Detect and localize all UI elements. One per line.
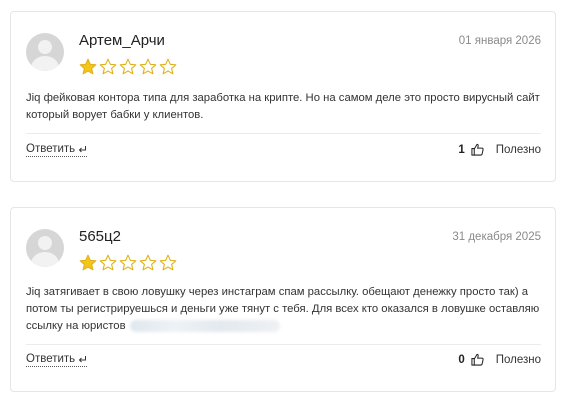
review-card: 565ц2 31 декабря 2025 Jiq затягивает в с…	[10, 207, 556, 392]
star-empty-icon	[99, 58, 117, 75]
blurred-link	[129, 320, 280, 333]
thumbs-up-icon[interactable]	[471, 353, 484, 366]
reply-arrow-icon	[78, 356, 87, 363]
review-date: 31 декабря 2025	[452, 231, 541, 243]
star-filled-icon	[79, 58, 97, 75]
review-date: 01 января 2026	[458, 35, 541, 47]
star-empty-icon	[119, 58, 137, 75]
reply-arrow-icon	[78, 146, 87, 153]
avatar	[26, 33, 64, 71]
avatar	[26, 229, 64, 267]
star-empty-icon	[119, 254, 137, 271]
thumbs-up-icon[interactable]	[471, 143, 484, 156]
reply-label: Ответить	[26, 143, 76, 155]
star-empty-icon	[139, 58, 157, 75]
review-text: Jiq фейковая контора типа для заработка …	[26, 92, 540, 121]
helpful-block: 0 Полезно	[458, 353, 541, 366]
helpful-count: 1	[458, 143, 465, 156]
star-empty-icon	[139, 254, 157, 271]
helpful-block: 1 Полезно	[458, 143, 541, 156]
star-empty-icon	[159, 254, 177, 271]
helpful-label[interactable]: Полезно	[496, 144, 541, 156]
review-card: Артем_Арчи 01 января 2026 Jiq фейковая к…	[10, 11, 556, 182]
star-empty-icon	[99, 254, 117, 271]
divider	[26, 133, 541, 134]
star-empty-icon	[159, 58, 177, 75]
rating-stars	[79, 254, 177, 274]
review-text: Jiq затягивает в свою ловушку через инст…	[26, 286, 540, 332]
rating-stars	[79, 58, 177, 78]
review-author: 565ц2	[79, 228, 121, 245]
divider	[26, 344, 541, 345]
star-filled-icon	[79, 254, 97, 271]
review-text-block: Jiq затягивает в свою ловушку через инст…	[26, 284, 541, 335]
helpful-label[interactable]: Полезно	[496, 354, 541, 366]
reply-label: Ответить	[26, 353, 76, 365]
reply-button[interactable]: Ответить	[26, 143, 88, 157]
reply-button[interactable]: Ответить	[26, 353, 88, 367]
review-author: Артем_Арчи	[79, 32, 165, 49]
helpful-count: 0	[458, 353, 465, 366]
